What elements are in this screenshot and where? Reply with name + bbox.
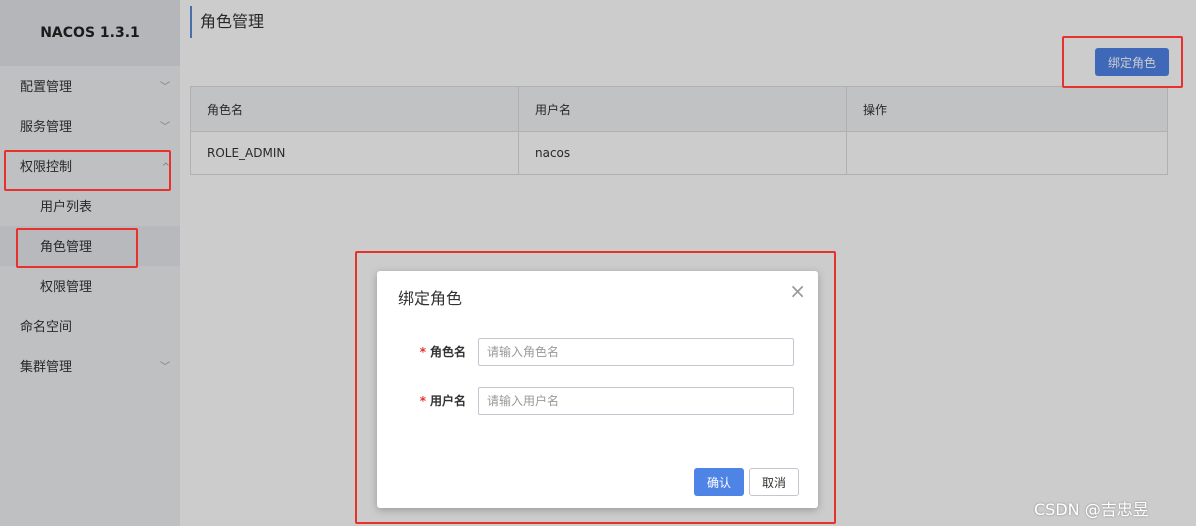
- role-name-label: * 角色名: [419, 345, 466, 359]
- highlight-box: [16, 228, 138, 268]
- form-row-role: * 角色名: [377, 338, 818, 366]
- form-row-user: * 用户名: [377, 387, 818, 415]
- username-input[interactable]: [478, 387, 794, 415]
- close-icon[interactable]: ×: [789, 281, 806, 301]
- required-mark: *: [419, 345, 426, 359]
- highlight-box: [1062, 36, 1183, 88]
- confirm-button[interactable]: 确认: [694, 468, 744, 496]
- bind-role-dialog: 绑定角色 × *角色名 *用户名 确认 取消: [377, 271, 818, 508]
- cancel-button[interactable]: 取消: [749, 468, 799, 496]
- required-mark: *: [419, 394, 426, 408]
- highlight-box: [4, 150, 171, 191]
- dialog-title: 绑定角色: [398, 289, 463, 308]
- watermark: CSDN @吉忠昱: [1034, 500, 1149, 519]
- role-name-input[interactable]: [478, 338, 794, 366]
- username-label: * 用户名: [419, 394, 466, 408]
